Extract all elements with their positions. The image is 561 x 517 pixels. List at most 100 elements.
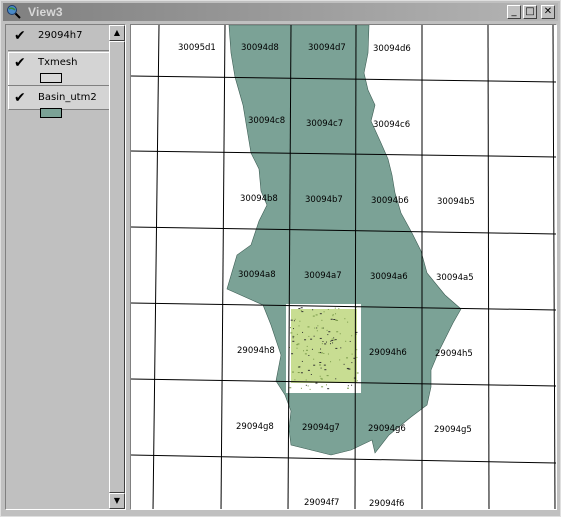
quad-label: 29094h8 [237, 346, 275, 356]
raster-speck [298, 366, 301, 368]
raster-speck [327, 308, 329, 310]
minimize-button[interactable]: _ [507, 5, 521, 19]
quad-label: 29094h6 [369, 348, 407, 358]
quad-label: 30094c6 [373, 120, 410, 130]
raster-speck [320, 352, 322, 354]
raster-speck [346, 357, 349, 359]
raster-speck [315, 314, 318, 316]
layer-item-29094h7[interactable]: ✔ 29094h7 [8, 25, 110, 50]
raster-speck [320, 367, 322, 369]
raster-speck [327, 334, 329, 336]
raster-speck [319, 375, 321, 377]
raster-speck [301, 311, 304, 313]
raster-speck [300, 387, 302, 389]
raster-speck [332, 315, 334, 317]
raster-speck [317, 325, 319, 327]
raster-speck [330, 340, 332, 342]
raster-speck [307, 385, 309, 387]
raster-speck [300, 372, 303, 374]
raster-speck [335, 378, 337, 380]
raster-speck [301, 360, 303, 362]
raster-speck [300, 310, 302, 312]
raster-speck [294, 379, 296, 381]
raster-speck [349, 340, 351, 342]
raster-speck [332, 342, 334, 344]
quad-label: 29094f7 [304, 498, 339, 508]
raster-speck [356, 349, 358, 351]
raster-speck [309, 388, 311, 390]
scroll-thumb[interactable] [109, 41, 125, 493]
raster-speck [323, 364, 326, 366]
scroll-up-arrow-icon[interactable]: ▲ [109, 25, 125, 41]
raster-speck [320, 352, 323, 354]
raster-speck [331, 339, 334, 341]
layer-name: Basin_utm2 [38, 92, 97, 103]
raster-speck [296, 347, 298, 349]
layer-legend-swatch [40, 73, 62, 83]
raster-speck [356, 356, 358, 358]
raster-speck [351, 384, 353, 386]
raster-speck [333, 337, 335, 339]
quad-label: 30094b5 [437, 197, 475, 207]
grid-line [152, 25, 160, 509]
raster-speck [308, 335, 310, 337]
raster-speck [321, 386, 324, 388]
layer-visibility-checkbox[interactable]: ✔ [14, 91, 28, 105]
raster-speck [344, 318, 346, 320]
grid-line [552, 25, 556, 509]
raster-speck [339, 359, 341, 361]
raster-speck [319, 337, 322, 339]
toc-vertical-scrollbar[interactable]: ▲ ▼ [109, 25, 125, 509]
layer-item-basin-utm2[interactable]: ✔ Basin_utm2 [8, 87, 110, 127]
raster-speck [293, 320, 295, 322]
raster-speck [292, 371, 295, 373]
quad-label: 30094c8 [248, 116, 285, 126]
raster-speck [305, 379, 307, 381]
raster-speck [347, 385, 349, 387]
raster-speck [312, 309, 314, 311]
raster-speck [333, 339, 336, 341]
quad-label: 29094g8 [236, 422, 274, 432]
raster-speck [293, 336, 295, 338]
raster-speck [326, 375, 329, 377]
raster-speck [321, 319, 323, 321]
maximize-button[interactable]: □ [523, 5, 537, 19]
raster-speck [319, 364, 322, 366]
raster-speck [289, 387, 292, 389]
raster-speck [332, 314, 334, 316]
raster-speck [313, 358, 315, 360]
raster-speck [321, 343, 323, 345]
raster-speck [292, 337, 294, 339]
raster-speck [310, 338, 313, 340]
quad-label: 29094f6 [369, 499, 404, 509]
quad-label: 30094a5 [436, 273, 474, 283]
raster-speck [313, 335, 315, 337]
title-bar[interactable]: View3 _ □ ✕ [3, 3, 558, 21]
map-display[interactable]: 30095d1 30094d8 30094d7 30094d6 30094c8 … [130, 24, 557, 510]
quad-label: 30094c7 [306, 119, 343, 129]
quad-label: 30094b8 [240, 194, 278, 204]
raster-speck [304, 353, 307, 355]
layer-visibility-checkbox[interactable]: ✔ [14, 56, 28, 70]
map-canvas[interactable]: 30095d1 30094d8 30094d7 30094d6 30094c8 … [131, 25, 557, 510]
close-button[interactable]: ✕ [541, 5, 555, 19]
raster-speck [298, 325, 300, 327]
layer-list: ✔ 29094h7 ✔ Txmesh ✔ Basin_utm2 [6, 25, 110, 509]
raster-speck [351, 353, 353, 355]
raster-speck [313, 364, 316, 366]
quad-label: 30094d6 [373, 44, 411, 54]
quad-label: 29094g6 [368, 424, 406, 434]
quad-label: 30094a8 [238, 270, 276, 280]
raster-speck [319, 361, 322, 363]
raster-speck [314, 327, 316, 329]
raster-speck [294, 318, 296, 320]
raster-speck [324, 369, 327, 371]
scroll-down-arrow-icon[interactable]: ▼ [109, 493, 125, 509]
raster-speck [325, 341, 327, 343]
layer-visibility-checkbox[interactable]: ✔ [14, 29, 28, 43]
raster-speck [347, 368, 350, 370]
raster-speck [304, 339, 307, 341]
raster-speck [311, 348, 313, 350]
quad-label: 30094d7 [308, 43, 346, 53]
grid-line [220, 25, 226, 509]
